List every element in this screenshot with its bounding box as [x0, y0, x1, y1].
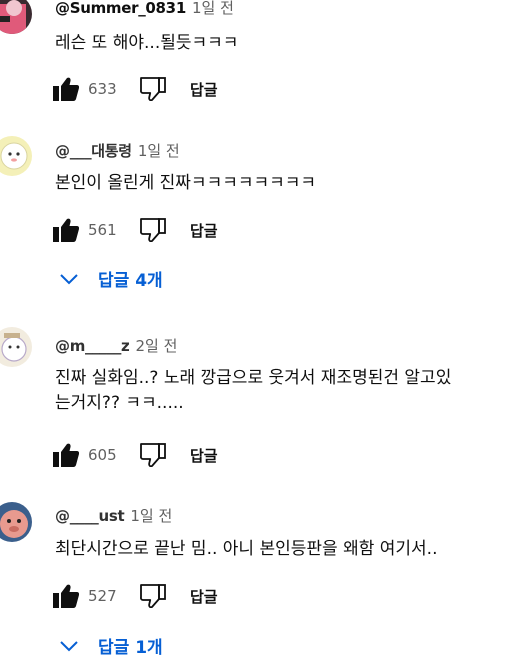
comment-actions: 527 답글 [50, 581, 218, 611]
reply-button[interactable]: 답글 [190, 445, 218, 466]
avatar[interactable] [0, 327, 32, 367]
dislike-button[interactable] [138, 215, 168, 245]
thumbs-up-filled-icon [53, 443, 79, 467]
thumbs-up-filled-icon [53, 218, 79, 242]
dislike-button[interactable] [138, 74, 168, 104]
avatar[interactable] [0, 0, 32, 34]
thumbs-down-outline-icon [140, 584, 166, 608]
comment-time[interactable]: 1일 전 [138, 140, 180, 161]
comment-time[interactable]: 1일 전 [130, 505, 172, 526]
comment-author[interactable]: @___대통령 [55, 140, 132, 161]
comment-actions: 605 답글 [50, 440, 218, 470]
reply-button[interactable]: 답글 [190, 586, 218, 607]
comment-time[interactable]: 1일 전 [192, 0, 234, 18]
thumbs-up-filled-icon [53, 77, 79, 101]
comment-actions: 561 답글 [50, 215, 218, 245]
avatar[interactable] [0, 136, 32, 176]
view-replies-button[interactable]: 답글 1개 [60, 633, 163, 657]
thumbs-down-outline-icon [140, 218, 166, 242]
comment-author[interactable]: @____ust [55, 507, 125, 525]
like-count: 561 [88, 221, 117, 239]
comment-author[interactable]: @m_____z [55, 337, 130, 355]
comment-list: @Summer_0831 1일 전 레슨 또 해야...될듯ㅋㅋㅋ 633 답글 [0, 0, 523, 657]
like-count: 605 [88, 446, 117, 464]
replies-count-label: 답글 4개 [98, 271, 163, 291]
comment-author[interactable]: @Summer_0831 [55, 0, 186, 17]
dislike-button[interactable] [138, 440, 168, 470]
like-button[interactable] [50, 440, 82, 470]
comment-text-line: 는거지?? ㅋㅋ..... [55, 393, 184, 413]
thumbs-down-outline-icon [140, 443, 166, 467]
avatar[interactable] [0, 502, 32, 542]
chevron-down-icon [60, 640, 78, 652]
comment-text: 본인이 올린게 진짜ㅋㅋㅋㅋㅋㅋㅋㅋ [55, 173, 317, 193]
view-replies-button[interactable]: 답글 4개 [60, 266, 163, 291]
dislike-button[interactable] [138, 581, 168, 611]
comment-text: 최단시간으로 끝난 밈.. 아니 본인등판을 왜함 여기서.. [55, 539, 438, 559]
reply-button[interactable]: 답글 [190, 220, 218, 241]
comment-time[interactable]: 2일 전 [135, 335, 177, 356]
comment-text: 레슨 또 해야...될듯ㅋㅋㅋ [55, 33, 239, 53]
like-button[interactable] [50, 215, 82, 245]
like-count: 633 [88, 80, 117, 98]
comment-text: 진짜 실화임..? 노래 깡급으로 웃겨서 재조명된건 알고있 는거지?? ㅋㅋ… [55, 366, 523, 416]
like-count: 527 [88, 587, 117, 605]
replies-count-label: 답글 1개 [98, 638, 163, 657]
reply-button[interactable]: 답글 [190, 79, 218, 100]
thumbs-down-outline-icon [140, 77, 166, 101]
like-button[interactable] [50, 74, 82, 104]
comment-text-line: 진짜 실화임..? 노래 깡급으로 웃겨서 재조명된건 알고있 [55, 368, 452, 388]
comment-actions: 633 답글 [50, 74, 218, 104]
chevron-down-icon [60, 273, 78, 285]
like-button[interactable] [50, 581, 82, 611]
thumbs-up-filled-icon [53, 584, 79, 608]
